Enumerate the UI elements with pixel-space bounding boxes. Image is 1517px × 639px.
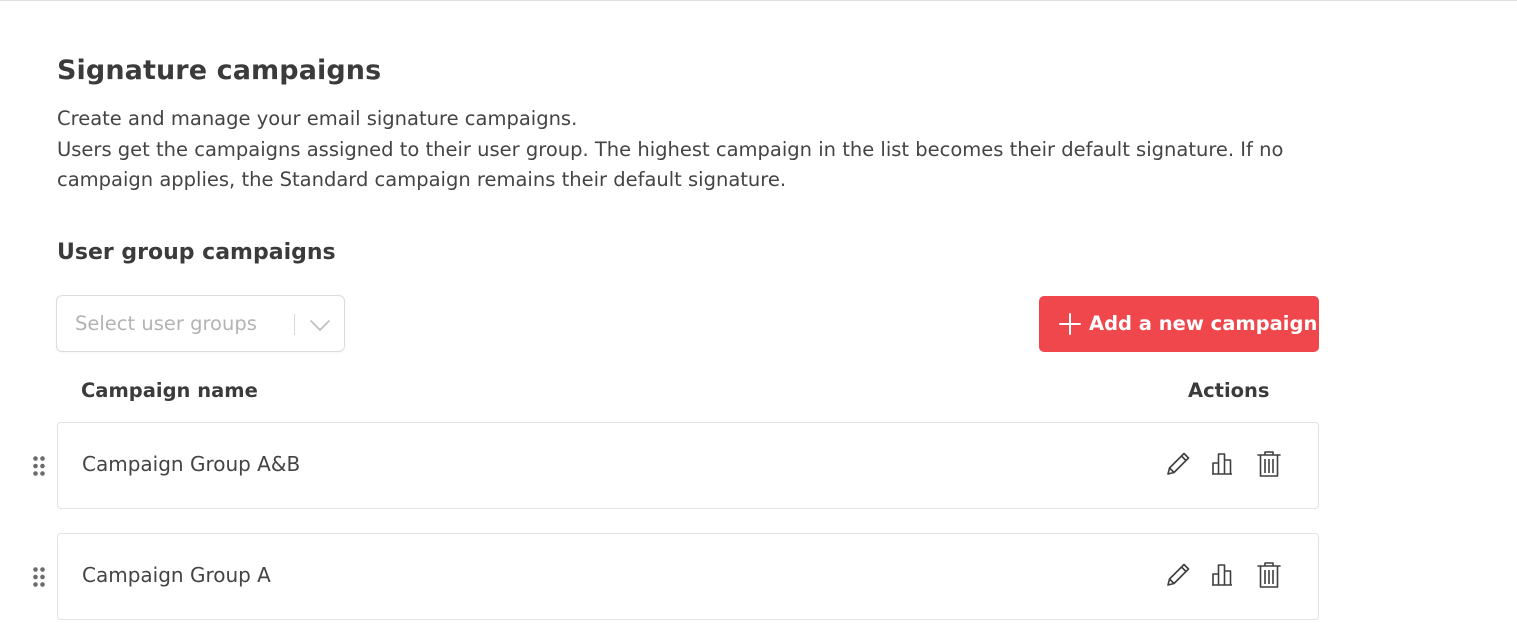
stats-icon[interactable] bbox=[1210, 449, 1238, 479]
top-divider bbox=[0, 0, 1517, 1]
drag-handle-icon[interactable] bbox=[32, 455, 46, 477]
add-campaign-label: Add a new campaign bbox=[1089, 312, 1318, 335]
select-separator bbox=[294, 314, 295, 335]
table-row: Campaign Group A&B bbox=[33, 422, 1319, 509]
section-title: User group campaigns bbox=[57, 240, 336, 265]
campaign-name: Campaign Group A bbox=[82, 563, 271, 587]
trash-icon[interactable] bbox=[1256, 449, 1284, 479]
table-row: Campaign Group A bbox=[33, 533, 1319, 620]
drag-handle-icon[interactable] bbox=[32, 566, 46, 588]
column-header-actions: Actions bbox=[1188, 379, 1270, 402]
description-line: Users get the campaigns assigned to thei… bbox=[57, 137, 1284, 192]
chevron-down-icon[interactable] bbox=[309, 314, 331, 336]
page-description: Create and manage your email signature c… bbox=[57, 104, 1317, 196]
description-line: Create and manage your email signature c… bbox=[57, 107, 578, 130]
column-header-campaign-name: Campaign name bbox=[81, 379, 258, 402]
edit-icon[interactable] bbox=[1164, 560, 1192, 590]
edit-icon[interactable] bbox=[1164, 449, 1192, 479]
add-campaign-button[interactable]: Add a new campaign bbox=[1039, 296, 1319, 352]
stats-icon[interactable] bbox=[1210, 560, 1238, 590]
plus-icon bbox=[1058, 312, 1082, 336]
user-groups-select[interactable]: Select user groups bbox=[56, 295, 345, 352]
campaign-name: Campaign Group A&B bbox=[82, 452, 301, 476]
trash-icon[interactable] bbox=[1256, 560, 1284, 590]
select-placeholder: Select user groups bbox=[75, 312, 257, 335]
page-title: Signature campaigns bbox=[57, 55, 382, 86]
